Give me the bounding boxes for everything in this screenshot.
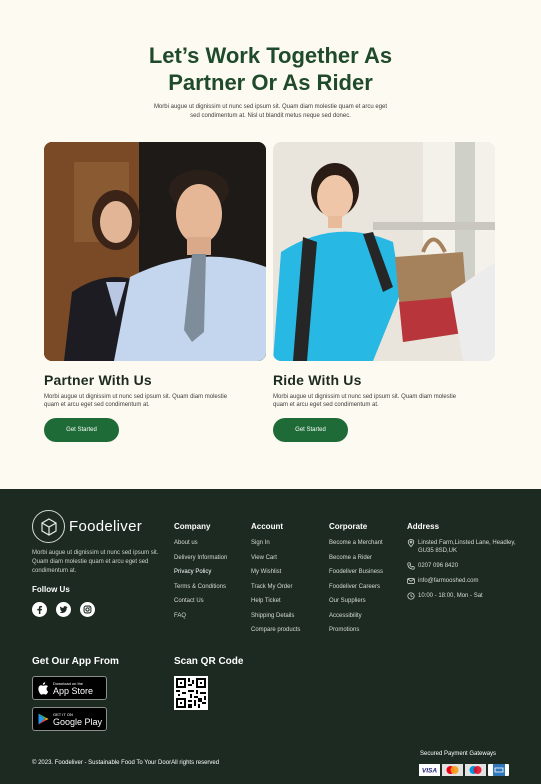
corporate-column: Corporate Become a Merchant Become a Rid…	[329, 522, 383, 641]
app-store-big-text: App Store	[53, 685, 94, 696]
account-heading: Account	[251, 522, 283, 531]
svg-text:VISA: VISA	[422, 768, 437, 775]
link-delivery-information[interactable]: Delivery Information	[174, 554, 227, 569]
rider-text: Morbi augue ut dignissim ut nunc sed ips…	[273, 394, 457, 408]
company-heading: Company	[174, 522, 211, 531]
page-title: Let’s Work Together As Partner Or As Rid…	[0, 42, 541, 96]
phone-icon	[407, 562, 415, 570]
link-become-merchant[interactable]: Become a Merchant	[329, 539, 383, 554]
partner-title: Partner With Us	[44, 372, 152, 388]
link-careers[interactable]: Foodeliver Careers	[329, 583, 383, 598]
address-phone[interactable]: 0207 096 8420	[418, 562, 458, 570]
link-contact-us[interactable]: Contact Us	[174, 597, 227, 612]
social-links	[32, 602, 95, 617]
clock-icon	[407, 592, 415, 600]
link-help-ticket[interactable]: Help Ticket	[251, 597, 300, 612]
footer-logo[interactable]: Foodeliver	[32, 510, 142, 543]
link-my-wishlist[interactable]: My Wishlist	[251, 568, 300, 583]
partner-text: Morbi augue ut dignissim ut nunc sed ips…	[44, 394, 228, 408]
address-location-row: Linsted Farm,Linsted Lane, Headley, GU35…	[407, 539, 517, 555]
address-email-row: info@farmooshed.com	[407, 577, 517, 585]
payment-methods: VISA	[419, 764, 509, 776]
google-play-button[interactable]: GET IT ON Google Play	[32, 707, 107, 731]
qr-code	[174, 676, 208, 710]
amex-icon	[488, 764, 509, 776]
hero-subtitle: Morbi augue ut dignissim ut nunc sed ips…	[153, 104, 388, 119]
maestro-icon	[465, 764, 486, 776]
address-heading: Address	[407, 522, 440, 531]
link-compare-products[interactable]: Compare products	[251, 626, 300, 641]
rider-photo	[273, 142, 495, 361]
link-view-cart[interactable]: View Cart	[251, 554, 300, 569]
brand-name: Foodeliver	[69, 518, 143, 535]
link-sign-in[interactable]: Sign In	[251, 539, 300, 554]
link-terms-conditions[interactable]: Terms & Conditions	[174, 583, 227, 598]
title-line-1: Let’s Work Together As	[148, 43, 393, 68]
link-shipping-details[interactable]: Shipping Details	[251, 612, 300, 627]
address-location: Linsted Farm,Linsted Lane, Headley, GU35…	[418, 540, 516, 554]
link-privacy-policy[interactable]: Privacy Policy	[174, 568, 227, 583]
rider-title: Ride With Us	[273, 372, 362, 388]
link-suppliers[interactable]: Our Suppliers	[329, 597, 383, 612]
get-app-heading: Get Our App From	[32, 656, 119, 667]
logo-badge-icon	[32, 510, 65, 543]
title-line-2: Partner Or As Rider	[168, 70, 373, 95]
copyright-text: © 2023. Foodeliver - Sustainable Food To…	[32, 760, 220, 766]
payment-heading: Secured Payment Gateways	[420, 751, 497, 757]
follow-us-heading: Follow Us	[32, 585, 70, 594]
link-promotions[interactable]: Promotions	[329, 626, 383, 641]
google-play-big-text: Google Play	[53, 716, 103, 727]
location-pin-icon	[407, 539, 415, 547]
partner-card: Partner With Us Morbi augue ut dignissim…	[44, 142, 266, 442]
visa-icon: VISA	[419, 764, 440, 776]
footer-about-text: Morbi augue ut dignissim ut nunc sed ips…	[32, 550, 159, 574]
instagram-icon[interactable]	[80, 602, 95, 617]
address-column: Address Linsted Farm,Linsted Lane, Headl…	[407, 522, 517, 607]
link-become-rider[interactable]: Become a Rider	[329, 554, 383, 569]
facebook-icon[interactable]	[32, 602, 47, 617]
link-about-us[interactable]: About us	[174, 539, 227, 554]
address-hours-row: 10:00 - 18:00, Mon - Sat	[407, 592, 517, 600]
google-play-icon	[38, 713, 49, 725]
rider-card: Ride With Us Morbi augue ut dignissim ut…	[273, 142, 495, 442]
link-track-my-order[interactable]: Track My Order	[251, 583, 300, 598]
address-hours: 10:00 - 18:00, Mon - Sat	[418, 593, 483, 599]
app-store-button[interactable]: Download on the App Store	[32, 676, 107, 700]
apple-icon	[38, 681, 49, 695]
link-accessibility[interactable]: Accessibility	[329, 612, 383, 627]
site-footer: Foodeliver Morbi augue ut dignissim ut n…	[0, 489, 541, 784]
rider-get-started-button[interactable]: Get Started	[273, 418, 348, 442]
mastercard-icon	[442, 764, 463, 776]
partner-photo	[44, 142, 266, 361]
corporate-heading: Corporate	[329, 522, 368, 531]
link-faq[interactable]: FAQ	[174, 612, 227, 627]
address-email[interactable]: info@farmooshed.com	[418, 577, 478, 585]
partner-section: Let’s Work Together As Partner Or As Rid…	[0, 0, 541, 489]
twitter-icon[interactable]	[56, 602, 71, 617]
mail-icon	[407, 578, 415, 584]
address-phone-row: 0207 096 8420	[407, 562, 517, 570]
scan-qr-heading: Scan QR Code	[174, 656, 244, 667]
company-column: Company About us Delivery Information Pr…	[174, 522, 227, 626]
account-column: Account Sign In View Cart My Wishlist Tr…	[251, 522, 300, 641]
partner-get-started-button[interactable]: Get Started	[44, 418, 119, 442]
link-business[interactable]: Foodeliver Business	[329, 568, 383, 583]
